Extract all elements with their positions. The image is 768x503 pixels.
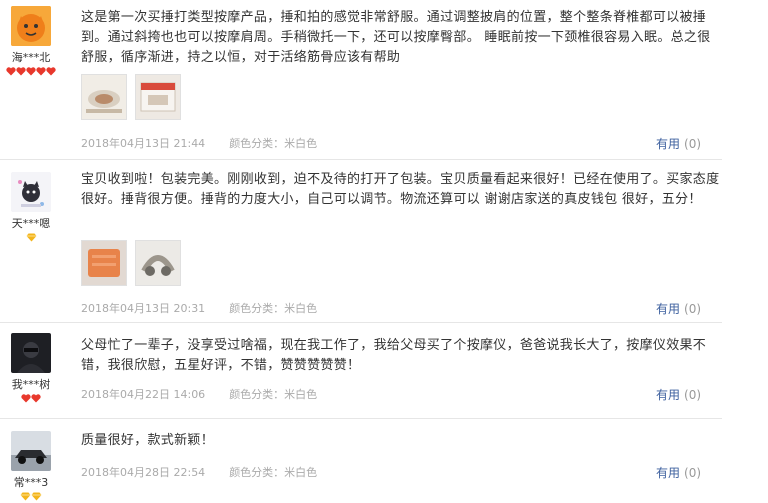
review-date: 2018年04月28日 22:54 xyxy=(81,466,206,479)
useful-vote: 有用 (0) xyxy=(656,300,701,317)
diamond-icon xyxy=(20,492,31,501)
heart-icon xyxy=(31,394,41,403)
heart-icon xyxy=(46,67,56,76)
username: 常***3 xyxy=(13,476,49,489)
diamond-icon xyxy=(31,492,42,501)
review-text: 父母忙了一辈子，没享受过啥福，现在我工作了，我给父母买了个按摩仪，爸爸说我长大了… xyxy=(81,338,707,373)
useful-count: (0) xyxy=(684,137,702,151)
useful-button[interactable]: 有用 xyxy=(656,302,680,316)
review-meta: 2018年04月13日 20:31 颜色分类：米白色 xyxy=(81,300,317,316)
sku-info: 颜色分类：米白色 xyxy=(229,302,318,315)
useful-vote: 有用 (0) xyxy=(656,386,701,403)
heart-icon xyxy=(36,67,46,76)
review-date: 2018年04月13日 21:44 xyxy=(81,137,206,150)
heart-icon xyxy=(26,67,36,76)
useful-button[interactable]: 有用 xyxy=(656,388,680,402)
review-item: 天***嗯 宝贝收到啦！包装完美。刚刚收到，迫不及待的打开了包装。宝贝质量看起来… xyxy=(0,160,722,322)
heart-icon xyxy=(16,67,26,76)
sku-info: 颜色分类：米白色 xyxy=(229,137,318,150)
useful-vote: 有用 (0) xyxy=(656,464,701,481)
avatar[interactable] xyxy=(11,6,51,46)
useful-count: (0) xyxy=(684,388,702,402)
buyer-rank xyxy=(0,492,62,501)
username: 天***嗯 xyxy=(11,217,51,230)
useful-vote: 有用 (0) xyxy=(656,135,701,152)
heart-icon xyxy=(21,394,31,403)
diamond-icon xyxy=(26,233,36,242)
buyer-rank xyxy=(0,233,62,242)
review-photos xyxy=(81,74,181,120)
review-text: 这是第一次买捶打类型按摩产品，捶和拍的感觉非常舒服。通过调整披肩的位置，整个整条… xyxy=(81,10,711,65)
review-item: 我***树 父母忙了一辈子，没享受过啥福，现在我工作了，我给父母买了个按摩仪，爸… xyxy=(0,323,722,418)
buyer-rank xyxy=(0,394,62,403)
reviewer-info: 我***树 xyxy=(0,333,62,403)
username: 我***树 xyxy=(11,378,51,391)
useful-button[interactable]: 有用 xyxy=(656,466,680,480)
review-date: 2018年04月22日 14:06 xyxy=(81,388,206,401)
review-date: 2018年04月13日 20:31 xyxy=(81,302,206,315)
review-item: 海***北 这是第一次买捶打类型按摩产品，捶和拍的感觉非常舒服。通过调整披肩的位… xyxy=(0,0,722,159)
reviewer-info: 常***3 xyxy=(0,431,62,501)
avatar[interactable] xyxy=(11,172,51,212)
sku-info: 颜色分类：米白色 xyxy=(229,388,318,401)
review-meta: 2018年04月28日 22:54 颜色分类：米白色 xyxy=(81,464,317,480)
review-text: 质量很好，款式新颖！ xyxy=(81,433,215,448)
review-text: 宝贝收到啦！包装完美。刚刚收到，迫不及待的打开了包装。宝贝质量看起来很好！已经在… xyxy=(81,172,720,207)
useful-button[interactable]: 有用 xyxy=(656,137,680,151)
review-photo-thumbnail[interactable] xyxy=(135,240,181,286)
useful-count: (0) xyxy=(684,302,702,316)
reviewer-info: 天***嗯 xyxy=(0,172,62,242)
review-meta: 2018年04月13日 21:44 颜色分类：米白色 xyxy=(81,135,317,151)
review-item: 常***3 质量很好，款式新颖！ 2018年04月28日 22:54 颜色分类：米… xyxy=(0,419,722,503)
heart-icon xyxy=(6,67,16,76)
reviewer-info: 海***北 xyxy=(0,6,62,76)
username: 海***北 xyxy=(11,51,51,64)
sku-info: 颜色分类：米白色 xyxy=(229,466,318,479)
buyer-rank xyxy=(0,67,62,76)
review-photo-thumbnail[interactable] xyxy=(81,240,127,286)
useful-count: (0) xyxy=(684,466,702,480)
review-meta: 2018年04月22日 14:06 颜色分类：米白色 xyxy=(81,386,317,402)
review-photo-thumbnail[interactable] xyxy=(135,74,181,120)
avatar[interactable] xyxy=(11,333,51,373)
avatar[interactable] xyxy=(11,431,51,471)
review-photos xyxy=(81,240,181,286)
review-photo-thumbnail[interactable] xyxy=(81,74,127,120)
